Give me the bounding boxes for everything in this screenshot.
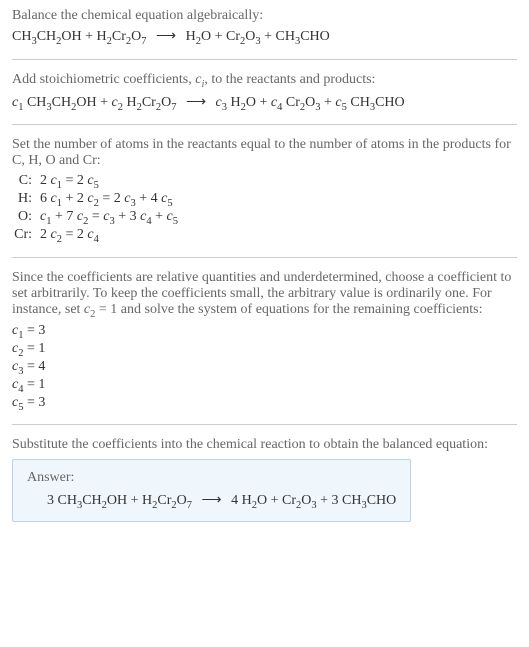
prompt-text: Substitute the coefficients into the che… <box>12 437 517 453</box>
section-solve-coefficients: Since the coefficients are relative quan… <box>12 270 517 413</box>
answer-label: Answer: <box>27 470 396 486</box>
divider <box>12 124 517 125</box>
balanced-equation: 3 CH3CH2OH + H2Cr2O7 ⟶ 4 H2O + Cr2O3 + 3… <box>27 492 396 511</box>
atom-label: H: <box>12 191 40 207</box>
section-add-coefficients: Add stoichiometric coefficients, ci, to … <box>12 72 517 113</box>
prompt-text: Since the coefficients are relative quan… <box>12 270 517 320</box>
atom-row: O:c1 + 7 c2 = c3 + 3 c4 + c5 <box>12 209 517 227</box>
atom-label: C: <box>12 173 40 189</box>
prompt-text: Set the number of atoms in the reactants… <box>12 137 517 169</box>
arrow-icon: ⟶ <box>202 493 222 508</box>
atom-equation: 2 c1 = 2 c5 <box>40 173 99 191</box>
prompt-text: Add stoichiometric coefficients, ci, to … <box>12 72 517 90</box>
section-atom-balance: Set the number of atoms in the reactants… <box>12 137 517 244</box>
coefficient-equation: c1 CH3CH2OH + c2 H2Cr2O7 ⟶ c3 H2O + c4 C… <box>12 94 517 113</box>
atom-equation: 6 c1 + 2 c2 = 2 c3 + 4 c5 <box>40 191 173 209</box>
section-substitute: Substitute the coefficients into the che… <box>12 437 517 453</box>
coefficient-row: c3 = 4 <box>12 359 517 377</box>
coefficient-row: c5 = 3 <box>12 395 517 413</box>
atom-row: Cr:2 c2 = 2 c4 <box>12 227 517 245</box>
coefficient-row: c2 = 1 <box>12 341 517 359</box>
atom-row: C:2 c1 = 2 c5 <box>12 173 517 191</box>
divider <box>12 59 517 60</box>
atom-label: Cr: <box>12 227 40 243</box>
divider <box>12 424 517 425</box>
prompt-text: Balance the chemical equation algebraica… <box>12 8 517 24</box>
answer-box: Answer: 3 CH3CH2OH + H2Cr2O7 ⟶ 4 H2O + C… <box>12 459 411 522</box>
section-balance-prompt: Balance the chemical equation algebraica… <box>12 8 517 47</box>
coefficient-row: c4 = 1 <box>12 377 517 395</box>
divider <box>12 257 517 258</box>
atom-balance-table: C:2 c1 = 2 c5H:6 c1 + 2 c2 = 2 c3 + 4 c5… <box>12 173 517 244</box>
arrow-icon: ⟶ <box>186 95 206 110</box>
atom-equation: 2 c2 = 2 c4 <box>40 227 99 245</box>
atom-row: H:6 c1 + 2 c2 = 2 c3 + 4 c5 <box>12 191 517 209</box>
atom-equation: c1 + 7 c2 = c3 + 3 c4 + c5 <box>40 209 178 227</box>
unbalanced-equation: CH3CH2OH + H2Cr2O7 ⟶ H2O + Cr2O3 + CH3CH… <box>12 28 517 47</box>
atom-label: O: <box>12 209 40 225</box>
arrow-icon: ⟶ <box>156 29 176 44</box>
coefficient-list: c1 = 3c2 = 1c3 = 4c4 = 1c5 = 3 <box>12 323 517 412</box>
coefficient-row: c1 = 3 <box>12 323 517 341</box>
